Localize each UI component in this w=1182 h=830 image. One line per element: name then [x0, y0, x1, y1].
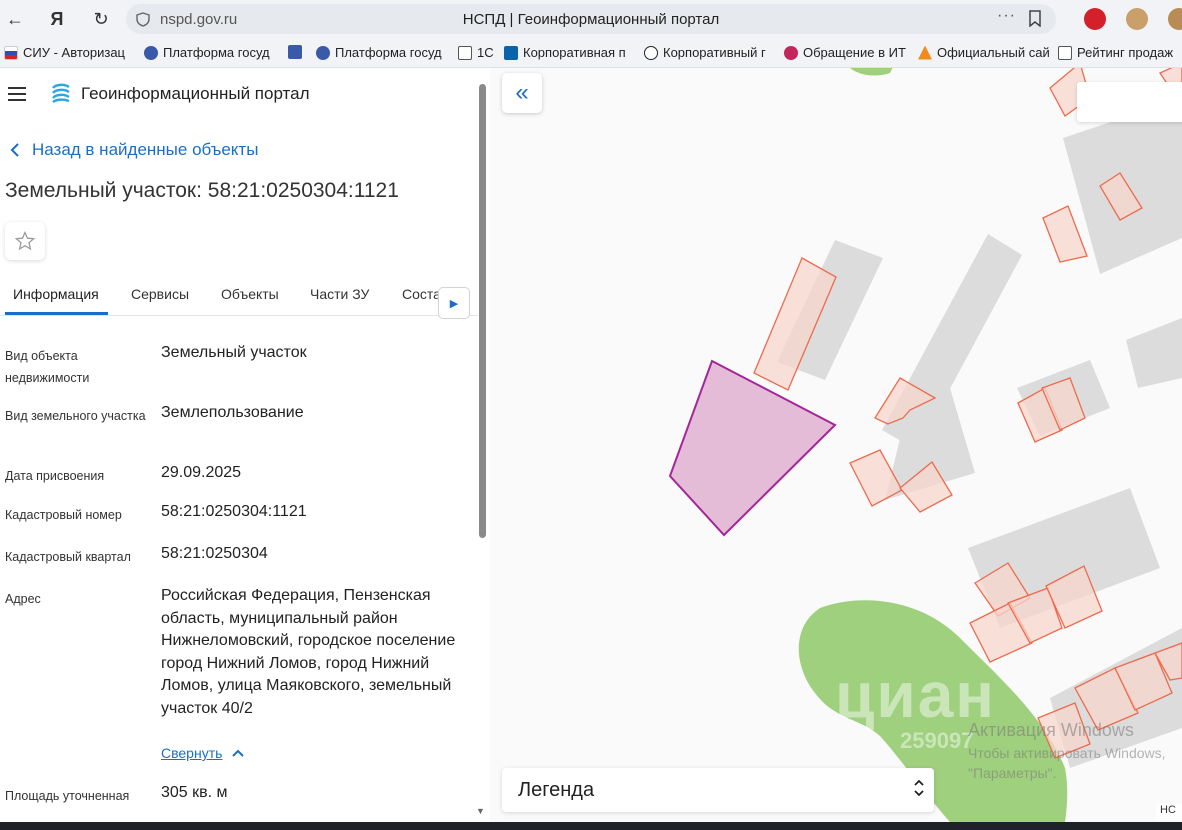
collapse-link[interactable]: Свернуть	[161, 745, 245, 761]
double-chevron-left-icon: «	[515, 79, 529, 106]
tab-services[interactable]: Сервисы	[131, 286, 189, 302]
windows-activation-title: Активация Windows	[968, 720, 1134, 740]
bookmark-item[interactable]	[288, 45, 302, 59]
building	[1126, 318, 1182, 388]
favorite-button[interactable]	[5, 222, 45, 260]
emblem-icon	[316, 45, 330, 60]
bookmark-icon[interactable]	[1028, 10, 1042, 27]
bookmark-item[interactable]: Обращение в ИТ	[784, 45, 906, 60]
attribute-value: 29.09.2025	[161, 464, 242, 481]
adblock-extension-icon[interactable]	[1084, 8, 1106, 30]
tabs-scroll-right-button[interactable]: ▶	[438, 287, 470, 319]
tab-objects[interactable]: Объекты	[221, 286, 279, 302]
bookmark-item[interactable]: СИУ - Авторизац	[4, 45, 125, 60]
attribute-value: 58:21:0250304	[161, 545, 268, 562]
address-value: Российская Федерация, Пензенская область…	[161, 587, 456, 717]
attribute-label: Вид земельного участка	[5, 409, 146, 423]
browser-toolbar: ← Я ↻ nspd.gov.ru НСПД | Геоинформационн…	[0, 0, 1182, 38]
yandex-icon[interactable]: Я	[44, 6, 70, 32]
green-area	[850, 68, 893, 76]
parcel	[1042, 205, 1088, 263]
copyright-stub: НС	[1156, 804, 1182, 820]
bookmark-item[interactable]: Корпоративный г	[644, 45, 766, 60]
bookmark-item[interactable]: Официальный сай	[918, 45, 1050, 60]
more-icon[interactable]: ···	[997, 7, 1016, 25]
object-title: Земельный участок: 58:21:0250304:1121	[5, 179, 399, 202]
attribute-label: Дата присвоения	[5, 469, 105, 483]
collapse-panel-button[interactable]: «	[502, 73, 542, 113]
address-bar[interactable]: nspd.gov.ru НСПД | Геоинформационный пор…	[126, 4, 1056, 34]
attribute-value: Землепользование	[161, 404, 304, 421]
parcel	[849, 449, 903, 507]
legend-title: Легенда	[518, 779, 595, 801]
attribute-value: 305 кв. м	[161, 784, 228, 801]
attribute-label: Кадастровый номер	[5, 508, 122, 522]
extension-icon[interactable]	[1168, 8, 1182, 30]
attribute-label: Кадастровый квартал	[5, 550, 131, 564]
chevron-up-down-icon	[914, 779, 924, 797]
taskbar	[0, 822, 1182, 830]
tab-information[interactable]: Информация	[13, 286, 99, 302]
arrow-circle-icon	[644, 45, 658, 60]
windows-activation-text: Чтобы активировать Windows, "Параметры".	[968, 745, 1166, 781]
chevron-left-icon	[10, 143, 19, 157]
tab-parcel-parts[interactable]: Части ЗУ	[310, 286, 369, 302]
extension-icon[interactable]	[1126, 8, 1148, 30]
emblem-icon	[144, 45, 158, 60]
mail-icon	[288, 45, 302, 59]
portal-logo-icon	[52, 83, 70, 104]
attribute-value: Земельный участок	[161, 344, 307, 361]
attribute-label: Адрес	[5, 592, 41, 606]
object-tabs: Информация Сервисы Объекты Части ЗУ Сост…	[0, 274, 478, 319]
map-search-box[interactable]	[1077, 82, 1182, 122]
page-title: НСПД | Геоинформационный портал	[462, 11, 720, 28]
scroll-down-arrow-icon[interactable]: ▼	[476, 806, 485, 816]
attribute-value: 58:21:0250304:1121	[161, 503, 307, 520]
portal-title: Геоинформационный портал	[81, 84, 310, 103]
bookmark-item[interactable]: Корпоративная п	[504, 45, 626, 60]
back-arrow-icon[interactable]: ←	[2, 6, 28, 32]
chevron-up-icon	[232, 749, 245, 757]
scrollbar-thumb[interactable]	[479, 84, 486, 538]
tab-composition[interactable]: Соста	[402, 286, 438, 302]
watermark-number: 259097	[900, 728, 974, 753]
document-icon	[458, 45, 472, 60]
attribute-label: Вид объекта недвижимости	[5, 349, 90, 385]
caret-right-icon: ▶	[449, 297, 459, 310]
reload-icon[interactable]: ↻	[88, 6, 114, 32]
map-view[interactable]: « циан 259097 Активация Windows Чтобы ак…	[490, 68, 1182, 822]
selected-parcel[interactable]	[668, 359, 837, 537]
object-info-panel: Геоинформационный портал Назад в найденн…	[0, 68, 490, 822]
star-icon	[15, 231, 35, 251]
bookmarks-bar: СИУ - Авторизац Платформа госуд Платформ…	[0, 38, 1182, 68]
bookmark-item[interactable]: Платформа госуд	[144, 45, 270, 60]
outlook-icon	[504, 45, 518, 60]
service-icon	[784, 45, 798, 60]
menu-icon[interactable]	[8, 87, 26, 101]
legend-panel[interactable]: Легенда	[502, 768, 934, 812]
bookmark-item[interactable]: Рейтинг продаж	[1058, 45, 1173, 60]
document-icon	[1058, 45, 1072, 60]
bookmark-item[interactable]: 1С	[458, 45, 494, 60]
bookmark-item[interactable]: Платформа госуд	[316, 45, 442, 60]
flag-icon	[4, 45, 18, 60]
attribute-label: Площадь уточненная	[5, 789, 130, 803]
triangle-logo-icon	[918, 45, 932, 60]
active-tab-indicator	[5, 312, 108, 315]
back-to-results-link[interactable]: Назад в найденные объекты	[10, 140, 258, 160]
